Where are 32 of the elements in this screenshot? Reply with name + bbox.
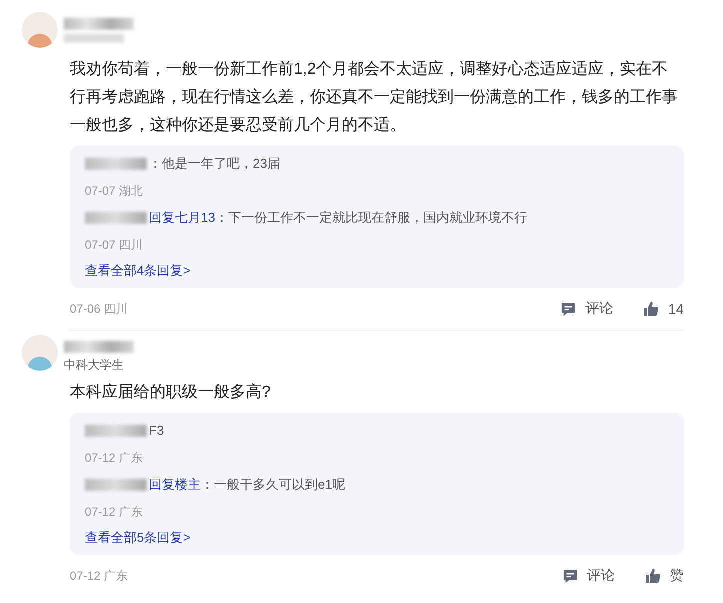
- blurred-user-title: [64, 34, 124, 43]
- view-all-replies-link[interactable]: 查看全部4条回复>: [85, 262, 191, 280]
- blurred-username: [85, 158, 147, 170]
- reply-date: 07-07 湖北: [85, 183, 144, 200]
- blurred-username: [85, 479, 147, 491]
- like-button[interactable]: 赞: [645, 567, 684, 585]
- comment-text: 本科应届给的职级一般多高?: [70, 382, 272, 403]
- user-title: 中科大学生: [64, 357, 125, 374]
- reply-text: ：他是一年了吧，23届: [149, 155, 280, 173]
- reply-date: 07-12 广东: [85, 504, 144, 521]
- reply-text: ：一般干多久可以到e1呢: [201, 476, 346, 494]
- blurred-username: [85, 425, 147, 437]
- comment-date: 07-12 广东: [70, 568, 130, 584]
- reply-to-link[interactable]: 回复七月13: [149, 208, 216, 228]
- blurred-username: [64, 341, 134, 353]
- comment-icon: [561, 302, 576, 316]
- thumbs-up-icon: [643, 301, 660, 317]
- blurred-username: [85, 212, 147, 224]
- reply-text: ：下一份工作不一定就比现在舒服，国内就业环境不行: [215, 209, 528, 227]
- comment-date: 07-06 四川: [70, 300, 130, 318]
- view-all-replies-link[interactable]: 查看全部5条回复>: [85, 529, 191, 547]
- thumbs-up-icon: [645, 568, 661, 584]
- reply-text: F3: [149, 422, 164, 440]
- like-button[interactable]: 14: [643, 301, 684, 317]
- comment-icon: [563, 568, 578, 584]
- comment-button[interactable]: 评论: [563, 567, 615, 585]
- reply-to-link[interactable]: 回复楼主: [149, 475, 201, 495]
- blurred-username: [64, 18, 134, 30]
- reply-date: 07-12 广东: [85, 450, 144, 467]
- reply-date: 07-07 四川: [85, 237, 144, 254]
- comment-button[interactable]: 评论: [561, 300, 614, 318]
- comment-text: 我劝你苟着，一般一份新工作前1,2个月都会不太适应，调整好心态适应适应，实在不行再考虑跑路，现在行情这么差，你还真不一定能找到一份满意的工作，钱多的工作事一般也多，这种你还是要忍受前几个月的不适。: [70, 60, 679, 136]
